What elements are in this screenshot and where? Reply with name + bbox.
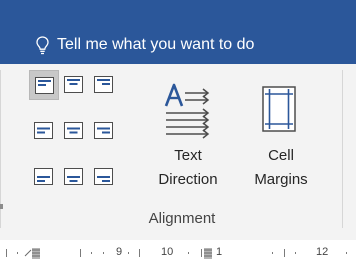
text-direction-label-line1: Text	[174, 147, 202, 164]
align-top-left-icon	[35, 77, 54, 94]
horizontal-ruler: 9 10 1 12	[0, 240, 356, 265]
align-bottom-left-icon	[34, 168, 53, 185]
group-divider-marker	[0, 204, 3, 209]
cell-margins-label-line1: Cell	[268, 147, 294, 164]
align-center-center-button[interactable]	[59, 116, 89, 146]
text-direction-icon	[164, 83, 210, 139]
cell-margins-icon	[262, 86, 296, 132]
group-label-alignment: Alignment	[148, 210, 216, 227]
align-center-center-icon	[64, 122, 83, 139]
lightbulb-icon	[36, 35, 49, 54]
cell-margins-label-line2: Margins	[254, 171, 308, 188]
cell-margins-button[interactable]: Cell Margins	[228, 72, 334, 202]
align-center-right-button[interactable]	[89, 116, 119, 146]
ruler-label-12: 12	[316, 246, 329, 258]
ruler-label-9: 9	[116, 246, 123, 258]
align-top-right-button[interactable]	[89, 70, 119, 100]
align-top-right-icon	[94, 76, 113, 93]
align-bottom-right-icon	[94, 168, 113, 185]
ribbon-alignment-group: Text Direction Cell Margins Alignment	[0, 64, 356, 240]
align-bottom-right-button[interactable]	[89, 162, 119, 192]
tell-me-box[interactable]: Tell me what you want to do	[36, 33, 254, 57]
ruler-label-10: 10	[161, 246, 174, 258]
align-bottom-left-button[interactable]	[29, 162, 59, 192]
ruler-ticks	[6, 248, 347, 259]
align-center-right-icon	[94, 122, 113, 139]
align-center-left-icon	[34, 122, 53, 139]
align-top-center-button[interactable]	[59, 70, 89, 100]
align-bottom-center-button[interactable]	[59, 162, 89, 192]
title-bar: Tell me what you want to do	[0, 0, 356, 64]
align-top-left-button[interactable]	[29, 70, 59, 100]
text-direction-button[interactable]: Text Direction	[150, 72, 226, 202]
align-bottom-center-icon	[64, 168, 83, 185]
text-direction-label-line2: Direction	[158, 171, 218, 188]
ruler-label-11: 1	[216, 246, 223, 258]
align-center-left-button[interactable]	[29, 116, 59, 146]
group-divider-right	[342, 70, 343, 228]
align-top-center-icon	[64, 76, 83, 93]
tell-me-text: Tell me what you want to do	[57, 36, 255, 53]
